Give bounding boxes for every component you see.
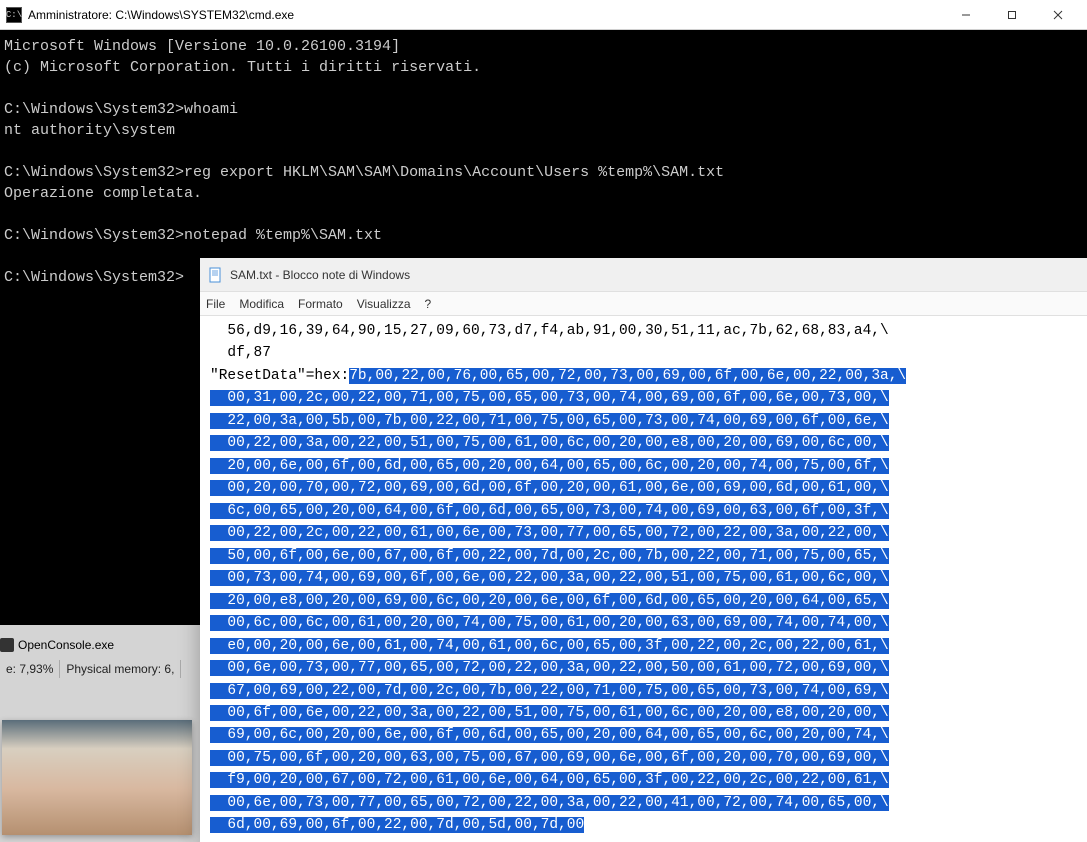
process-icon xyxy=(0,638,14,652)
close-button[interactable] xyxy=(1035,0,1081,30)
notepad-text-area[interactable]: 56,d9,16,39,64,90,15,27,09,60,73,d7,f4,a… xyxy=(200,316,1087,842)
cmd-window-controls xyxy=(943,0,1081,30)
menu-file[interactable]: File xyxy=(206,297,225,311)
menu-view[interactable]: Visualizza xyxy=(357,297,411,311)
thumbnail-image xyxy=(2,720,192,835)
cmd-titlebar[interactable]: C:\ Amministratore: C:\Windows\SYSTEM32\… xyxy=(0,0,1087,30)
notepad-title: SAM.txt - Blocco note di Windows xyxy=(230,268,410,282)
menu-help[interactable]: ? xyxy=(425,297,432,311)
notepad-titlebar[interactable]: SAM.txt - Blocco note di Windows xyxy=(200,258,1087,292)
maximize-button[interactable] xyxy=(989,0,1035,30)
process-row[interactable]: OpenConsole.exe xyxy=(0,638,114,652)
menu-edit[interactable]: Modifica xyxy=(239,297,284,311)
notepad-window: SAM.txt - Blocco note di Windows File Mo… xyxy=(200,258,1087,842)
cmd-icon: C:\ xyxy=(6,7,22,23)
process-name: OpenConsole.exe xyxy=(18,638,114,652)
notepad-menu-bar: File Modifica Formato Visualizza ? xyxy=(200,292,1087,316)
minimize-button[interactable] xyxy=(943,0,989,30)
memory-usage: Physical memory: 6, xyxy=(60,660,181,678)
stats-bar: e: 7,93% Physical memory: 6, xyxy=(0,660,181,678)
menu-format[interactable]: Formato xyxy=(298,297,343,311)
cmd-title: Amministratore: C:\Windows\SYSTEM32\cmd.… xyxy=(28,8,943,22)
cpu-usage: e: 7,93% xyxy=(0,660,60,678)
notepad-icon xyxy=(208,267,224,283)
